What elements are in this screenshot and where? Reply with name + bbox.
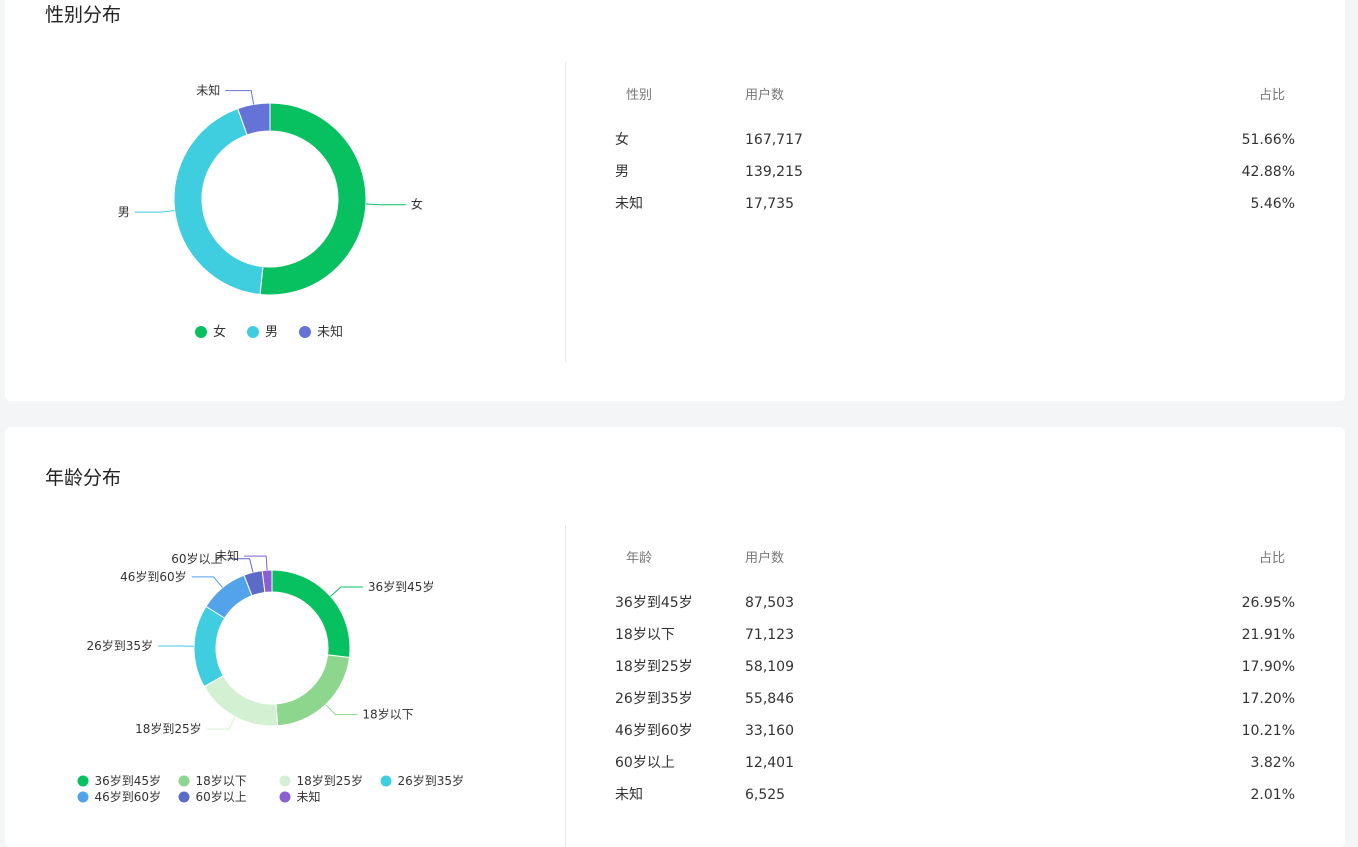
ratio-col-header: 占比 bbox=[1259, 543, 1285, 575]
row-label: 18岁以下 bbox=[615, 619, 675, 651]
table-row: 46岁到60岁 33,160 10.21% bbox=[615, 715, 1295, 747]
gender-table-header: 性别 用户数 占比 bbox=[615, 80, 1295, 112]
age-legend-label-2[interactable]: 18岁到25岁 bbox=[297, 773, 364, 788]
table-row: 18岁以下 71,123 21.91% bbox=[615, 619, 1295, 651]
ratio-col-header: 占比 bbox=[1259, 80, 1285, 112]
table-row: 未知 6,525 2.01% bbox=[615, 779, 1295, 811]
row-pct: 42.88% bbox=[1242, 156, 1295, 188]
row-pct: 51.66% bbox=[1242, 124, 1295, 156]
users-col-header: 用户数 bbox=[745, 80, 784, 112]
row-label: 女 bbox=[615, 124, 629, 156]
gender-table: 性别 用户数 占比 女 167,717 51.66% 男 139,215 42.… bbox=[615, 80, 1295, 220]
row-pct: 10.21% bbox=[1242, 715, 1295, 747]
row-label: 18岁到25岁 bbox=[615, 651, 693, 683]
gender-col-header: 性别 bbox=[626, 80, 652, 112]
age-leader-line-1 bbox=[326, 705, 358, 715]
age-table-header: 年龄 用户数 占比 bbox=[615, 543, 1295, 575]
age-slice-3[interactable] bbox=[194, 606, 225, 686]
table-row: 26岁到35岁 55,846 17.20% bbox=[615, 683, 1295, 715]
age-legend-label-6[interactable]: 未知 bbox=[297, 790, 321, 804]
age-legend-marker-3[interactable] bbox=[381, 776, 392, 787]
row-pct: 3.82% bbox=[1251, 747, 1295, 779]
gender-legend-marker-1[interactable] bbox=[247, 326, 259, 338]
table-row: 女 167,717 51.66% bbox=[615, 124, 1295, 156]
row-label: 未知 bbox=[615, 779, 643, 811]
table-row: 36岁到45岁 87,503 26.95% bbox=[615, 587, 1295, 619]
row-pct: 17.90% bbox=[1242, 651, 1295, 683]
row-pct: 5.46% bbox=[1251, 188, 1295, 220]
gender-leader-line-1 bbox=[135, 210, 175, 212]
age-legend-marker-6[interactable] bbox=[280, 792, 291, 803]
row-label: 男 bbox=[615, 156, 629, 188]
age-slice-label-0: 36岁到45岁 bbox=[368, 579, 435, 594]
table-row: 60岁以上 12,401 3.82% bbox=[615, 747, 1295, 779]
gender-distribution-card: 性别分布 女男未知女男未知 性别 用户数 占比 女 167,717 51.66%… bbox=[5, 0, 1345, 401]
age-table: 年龄 用户数 占比 36岁到45岁 87,503 26.95% 18岁以下 71… bbox=[615, 543, 1295, 811]
age-legend-label-5[interactable]: 60岁以上 bbox=[196, 789, 247, 804]
row-pct: 26.95% bbox=[1242, 587, 1295, 619]
age-slice-label-2: 18岁到25岁 bbox=[135, 721, 202, 736]
row-count: 17,735 bbox=[745, 188, 794, 220]
age-legend-marker-2[interactable] bbox=[280, 776, 291, 787]
age-legend-label-1[interactable]: 18岁以下 bbox=[196, 773, 247, 788]
age-legend-marker-5[interactable] bbox=[179, 792, 190, 803]
row-count: 55,846 bbox=[745, 683, 794, 715]
row-label: 60岁以上 bbox=[615, 747, 675, 779]
row-count: 12,401 bbox=[745, 747, 794, 779]
gender-legend-label-1[interactable]: 男 bbox=[265, 325, 278, 340]
gender-slice-label-0: 女 bbox=[411, 197, 423, 212]
row-count: 139,215 bbox=[745, 156, 803, 188]
gender-leader-line-0 bbox=[366, 204, 406, 205]
row-count: 58,109 bbox=[745, 651, 794, 683]
age-slice-label-3: 26岁到35岁 bbox=[86, 638, 153, 653]
age-leader-line-2 bbox=[207, 717, 236, 729]
gender-slice-1[interactable] bbox=[174, 109, 263, 295]
age-slice-0[interactable] bbox=[272, 570, 350, 658]
gender-divider bbox=[565, 62, 566, 362]
gender-slice-label-2: 未知 bbox=[196, 84, 220, 98]
gender-donut-chart: 女男未知女男未知 bbox=[5, 0, 565, 401]
age-legend-label-4[interactable]: 46岁到60岁 bbox=[95, 789, 162, 804]
gender-slice-label-1: 男 bbox=[118, 205, 130, 219]
table-row: 未知 17,735 5.46% bbox=[615, 188, 1295, 220]
age-legend-label-3[interactable]: 26岁到35岁 bbox=[398, 773, 465, 788]
age-slice-label-4: 46岁到60岁 bbox=[120, 569, 187, 584]
row-count: 167,717 bbox=[745, 124, 803, 156]
age-legend-marker-4[interactable] bbox=[78, 792, 89, 803]
gender-legend-label-2[interactable]: 未知 bbox=[317, 324, 343, 340]
age-col-header: 年龄 bbox=[626, 543, 652, 575]
row-label: 26岁到35岁 bbox=[615, 683, 693, 715]
age-distribution-card: 年龄分布 36岁到45岁18岁以下18岁到25岁26岁到35岁46岁到60岁60… bbox=[5, 427, 1345, 847]
age-legend-label-0[interactable]: 36岁到45岁 bbox=[95, 773, 162, 788]
row-count: 71,123 bbox=[745, 619, 794, 651]
row-pct: 21.91% bbox=[1242, 619, 1295, 651]
row-label: 46岁到60岁 bbox=[615, 715, 693, 747]
row-label: 36岁到45岁 bbox=[615, 587, 693, 619]
row-count: 87,503 bbox=[745, 587, 794, 619]
age-slice-2[interactable] bbox=[204, 676, 277, 726]
gender-legend-label-0[interactable]: 女 bbox=[213, 324, 226, 340]
row-count: 6,525 bbox=[745, 779, 785, 811]
row-pct: 17.20% bbox=[1242, 683, 1295, 715]
gender-slice-0[interactable] bbox=[260, 103, 366, 295]
row-pct: 2.01% bbox=[1251, 779, 1295, 811]
gender-legend-marker-0[interactable] bbox=[195, 326, 207, 338]
age-divider bbox=[565, 525, 566, 847]
age-slice-label-1: 18岁以下 bbox=[362, 707, 413, 722]
age-legend-marker-1[interactable] bbox=[179, 776, 190, 787]
gender-legend-marker-2[interactable] bbox=[299, 326, 311, 338]
gender-leader-line-2 bbox=[225, 91, 253, 105]
table-row: 18岁到25岁 58,109 17.90% bbox=[615, 651, 1295, 683]
table-row: 男 139,215 42.88% bbox=[615, 156, 1295, 188]
row-label: 未知 bbox=[615, 188, 643, 220]
age-donut-chart: 36岁到45岁 18岁以下 18岁到25岁 26岁到35岁 46岁到60岁 60岁以上 未知… bbox=[5, 427, 565, 847]
age-leader-line-4 bbox=[192, 577, 223, 588]
row-count: 33,160 bbox=[745, 715, 794, 747]
age-legend-marker-0[interactable] bbox=[78, 776, 89, 787]
users-col-header: 用户数 bbox=[745, 543, 784, 575]
age-leader-line-0 bbox=[330, 587, 362, 596]
age-slice-label-6: 未知 bbox=[215, 549, 239, 563]
